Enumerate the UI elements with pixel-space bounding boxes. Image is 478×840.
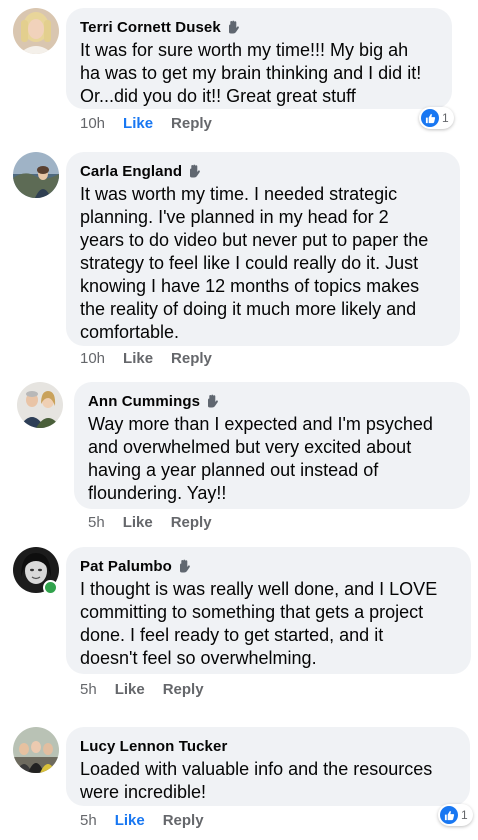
avatar-photo (13, 8, 59, 54)
reaction-count-text: 1 (442, 111, 449, 125)
thumbs-up-icon (440, 806, 458, 824)
reaction-count[interactable]: 1 (419, 107, 454, 129)
waving-hand-icon (205, 394, 219, 408)
reply-button[interactable]: Reply (171, 350, 212, 367)
avatar[interactable] (17, 382, 63, 428)
avatar-photo (13, 727, 59, 773)
comment-text: Loaded with valuable info and the resour… (80, 759, 433, 802)
comment-text: It was worth my time. I needed strategic… (80, 184, 429, 342)
online-status-indicator (43, 580, 58, 595)
like-button[interactable]: Like (123, 115, 153, 132)
thumbs-up-icon (421, 109, 439, 127)
comment-author[interactable]: Pat Palumbo (80, 558, 172, 575)
waving-hand-icon (177, 559, 191, 573)
comment-timestamp[interactable]: 5h (88, 514, 105, 531)
comment-timestamp[interactable]: 5h (80, 812, 97, 829)
comment-timestamp[interactable]: 10h (80, 115, 105, 132)
waving-hand-icon (226, 20, 240, 34)
like-button[interactable]: Like (115, 681, 145, 698)
avatar[interactable] (13, 727, 59, 773)
comment-bubble: Pat Palumbo I thought is was really well… (66, 547, 471, 674)
comment-text: Way more than I expected and I'm psyched… (88, 414, 433, 503)
waving-hand-icon (187, 164, 201, 178)
reaction-count-text: 1 (461, 808, 468, 822)
comment-author[interactable]: Terri Cornett Dusek (80, 19, 221, 36)
comment-author[interactable]: Carla England (80, 163, 182, 180)
reply-button[interactable]: Reply (163, 681, 204, 698)
reply-button[interactable]: Reply (163, 812, 204, 829)
avatar[interactable] (13, 152, 59, 198)
avatar[interactable] (13, 8, 59, 54)
comment-text: It was for sure worth my time!!! My big … (80, 40, 422, 106)
avatar-photo (17, 382, 63, 428)
comment-author[interactable]: Lucy Lennon Tucker (80, 738, 227, 755)
comment-timestamp[interactable]: 10h (80, 350, 105, 367)
comment-bubble: Ann Cummings Way more than I expected an… (74, 382, 470, 509)
reaction-count[interactable]: 1 (438, 804, 473, 826)
comment-bubble: Carla England It was worth my time. I ne… (66, 152, 460, 346)
comment-author[interactable]: Ann Cummings (88, 393, 200, 410)
like-button[interactable]: Like (123, 514, 153, 531)
reply-button[interactable]: Reply (171, 115, 212, 132)
like-button[interactable]: Like (123, 350, 153, 367)
comment-bubble: Lucy Lennon Tucker Loaded with valuable … (66, 727, 470, 806)
reply-button[interactable]: Reply (171, 514, 212, 531)
avatar-photo (13, 152, 59, 198)
comment-timestamp[interactable]: 5h (80, 681, 97, 698)
comment-bubble: Terri Cornett Dusek It was for sure wort… (66, 8, 452, 109)
comment-text: I thought is was really well done, and I… (80, 579, 438, 668)
like-button[interactable]: Like (115, 812, 145, 829)
